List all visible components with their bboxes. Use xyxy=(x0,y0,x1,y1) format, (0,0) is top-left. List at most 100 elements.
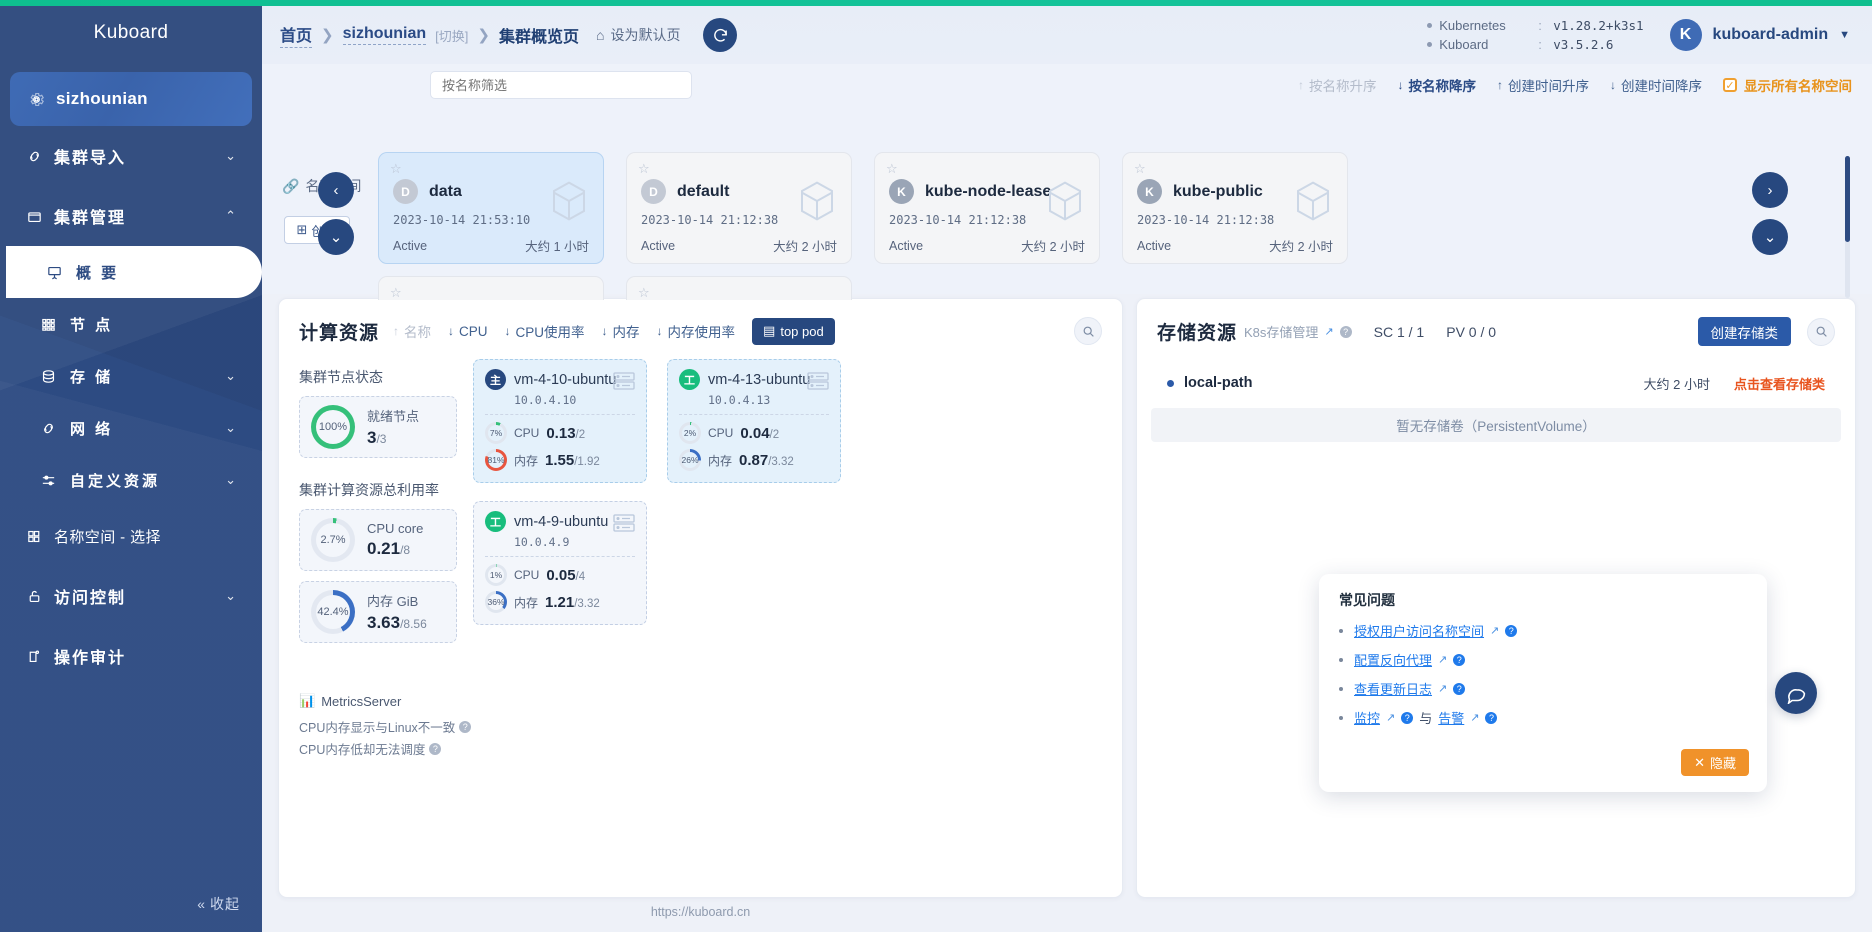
star-icon[interactable]: ☆ xyxy=(638,285,650,300)
set-default-page-button[interactable]: ⌂ 设为默认页 xyxy=(596,25,680,45)
view-storage-class-link[interactable]: 点击查看存储类 xyxy=(1734,374,1825,393)
faq-link[interactable]: 授权用户访问名称空间 xyxy=(1354,621,1484,640)
sliders-icon xyxy=(40,472,70,489)
help-icon[interactable]: ? xyxy=(429,742,442,755)
namespace-next-button[interactable]: › xyxy=(1752,172,1788,208)
cpu-percent: 7% xyxy=(489,428,503,438)
sort-node-name[interactable]: ↑ 名称 xyxy=(393,321,431,341)
external-link-icon[interactable]: ↗ xyxy=(1470,711,1479,724)
sidebar-item-cluster-import[interactable]: 集群导入 ⌄ xyxy=(0,126,262,186)
node-cpu-metric: 7% CPU 0.13/2 xyxy=(485,422,635,444)
hide-faq-button[interactable]: ✕ 隐藏 xyxy=(1681,749,1749,776)
chat-support-button[interactable] xyxy=(1775,672,1817,714)
namespace-card-footer: Active 大约 1 小时 xyxy=(393,236,589,255)
help-icon[interactable]: ? xyxy=(1505,624,1518,637)
breadcrumb-switch-link[interactable]: [切换] xyxy=(435,26,468,45)
namespace-card[interactable]: ☆ K kube-public 2023-10-14 21:12:38 Acti… xyxy=(1122,152,1348,264)
sidebar-collapse-button[interactable]: « 收起 xyxy=(0,894,262,914)
namespace-row: ☆ D data 2023-10-14 21:53:10 Active 大约 1… xyxy=(378,152,1594,264)
external-link-icon[interactable]: ↗ xyxy=(1324,325,1333,338)
memory-total-value: 3.63 xyxy=(367,613,401,632)
help-icon[interactable]: ? xyxy=(459,720,472,733)
panel-title: 存储资源 xyxy=(1157,323,1238,344)
faq-link[interactable]: 监控 xyxy=(1354,708,1380,727)
sidebar-item-cluster-management[interactable]: 集群管理 ⌃ xyxy=(0,186,262,246)
chat-icon xyxy=(1787,688,1805,704)
help-icon[interactable]: ? xyxy=(1339,325,1352,338)
faq-link[interactable]: 告警 xyxy=(1438,708,1464,727)
star-icon[interactable]: ☆ xyxy=(638,161,650,177)
star-icon[interactable]: ☆ xyxy=(1134,161,1146,177)
namespace-card[interactable]: ☆ K kuboard xyxy=(626,276,852,300)
user-menu[interactable]: K kuboard-admin ▼ xyxy=(1669,19,1850,51)
sidebar-subitem-overview[interactable]: 概 要 xyxy=(6,246,262,298)
namespace-card[interactable]: ☆ K kube-system xyxy=(378,276,604,300)
help-icon[interactable]: ? xyxy=(1453,653,1466,666)
cube-icon xyxy=(1045,179,1085,228)
star-icon[interactable]: ☆ xyxy=(390,285,402,300)
external-link-icon[interactable]: ↗ xyxy=(1438,653,1447,666)
sidebar-item-access-control[interactable]: 访问控制 ⌄ xyxy=(0,566,262,626)
storage-zoom-button[interactable] xyxy=(1807,317,1835,346)
node-card[interactable]: 工 vm-4-9-ubuntu 10.0.4.9 1% CPU 0.05/4 3… xyxy=(473,501,647,625)
version-info: Kubernetes : v1.28.2+k3s1 Kuboard : v3.5… xyxy=(1427,16,1644,54)
star-icon[interactable]: ☆ xyxy=(390,161,402,177)
breadcrumb-cluster[interactable]: sizhounian xyxy=(342,25,427,45)
storage-class-row[interactable]: local-path 大约 2 小时 点击查看存储类 xyxy=(1151,366,1841,400)
namespace-prev-button[interactable]: ‹ xyxy=(318,172,354,208)
node-card[interactable]: 工 vm-4-13-ubuntu 10.0.4.13 2% CPU 0.04/2… xyxy=(667,359,841,483)
bullet-icon xyxy=(1339,657,1343,662)
sort-cpu-usage[interactable]: ↓ CPU使用率 xyxy=(505,321,585,341)
star-icon[interactable]: ☆ xyxy=(886,161,898,177)
metrics-note: CPU内存显示与Linux不一致 ? xyxy=(299,717,472,736)
namespace-scrollbar[interactable] xyxy=(1845,156,1850,298)
create-storage-class-button[interactable]: 创建存储类 xyxy=(1697,317,1791,346)
namespace-filter-input[interactable] xyxy=(430,71,692,99)
help-icon[interactable]: ? xyxy=(1453,682,1466,695)
node-card[interactable]: 主 vm-4-10-ubuntu 10.0.4.10 7% CPU 0.13/2… xyxy=(473,359,647,483)
sort-name-desc[interactable]: ↓ 按名称降序 xyxy=(1398,75,1477,95)
sidebar-subitem-network[interactable]: 网 络 ⌄ xyxy=(0,402,262,454)
cpu-percent: 2% xyxy=(683,428,697,438)
namespace-card[interactable]: ☆ D data 2023-10-14 21:53:10 Active 大约 1… xyxy=(378,152,604,264)
namespace-card[interactable]: ☆ D default 2023-10-14 21:12:38 Active 大… xyxy=(626,152,852,264)
sort-created-desc[interactable]: ↓ 创建时间降序 xyxy=(1610,75,1702,95)
top-pod-button[interactable]: ▤ top pod xyxy=(752,317,835,345)
faq-link[interactable]: 配置反向代理 xyxy=(1354,650,1432,669)
refresh-button[interactable] xyxy=(703,18,738,52)
help-icon[interactable]: ? xyxy=(1401,711,1414,724)
breadcrumb-home[interactable]: 首页 xyxy=(280,22,313,48)
sidebar-item-label: 访问控制 xyxy=(54,590,127,607)
compute-resources-panel: 计算资源 ↑ 名称 ↓ CPU ↓ CPU使用率 ↓ 内存 ↓ 内存使用率 ▤ … xyxy=(278,298,1123,898)
sidebar-subitem-storage[interactable]: 存 储 ⌄ xyxy=(0,350,262,402)
namespace-card[interactable]: ☆ K kube-node-lease 2023-10-14 21:12:38 … xyxy=(874,152,1100,264)
sidebar-subitem-nodes[interactable]: 节 点 xyxy=(0,298,262,350)
sort-memory-usage[interactable]: ↓ 内存使用率 xyxy=(657,321,736,341)
sort-name-asc[interactable]: ↑ 按名称升序 xyxy=(1298,75,1377,95)
external-link-icon[interactable]: ↗ xyxy=(1438,682,1447,695)
sort-memory[interactable]: ↓ 内存 xyxy=(602,321,640,341)
show-all-namespaces-label: 显示所有名称空间 xyxy=(1744,79,1852,94)
sidebar-item-namespace-select[interactable]: 名称空间 - 选择 xyxy=(0,506,262,566)
sidebar-item-audit[interactable]: 操作审计 xyxy=(0,626,262,686)
cpu-capacity: /4 xyxy=(575,570,586,583)
cpu-percent: 1% xyxy=(489,570,503,580)
namespace-scroll-down-button[interactable]: ⌄ xyxy=(318,219,354,255)
sidebar-subitem-custom-resources[interactable]: 自定义资源 ⌄ xyxy=(0,454,262,506)
show-all-namespaces-checkbox[interactable]: ✓ 显示所有名称空间 xyxy=(1723,75,1852,95)
cpu-capacity: /2 xyxy=(769,428,780,441)
compute-zoom-button[interactable] xyxy=(1074,317,1102,345)
help-icon[interactable]: ? xyxy=(1485,711,1498,724)
sort-created-asc[interactable]: ↑ 创建时间升序 xyxy=(1497,75,1589,95)
faq-link[interactable]: 查看更新日志 xyxy=(1354,679,1432,698)
sidebar-item-cluster[interactable]: sizhounian xyxy=(10,72,252,126)
sidebar: Kuboard sizhounian 集群导入 ⌄ 集群管理 ⌃ 概 要 节 点… xyxy=(0,0,262,932)
server-icon xyxy=(612,512,636,539)
namespace-scroll-down-right-button[interactable]: ⌄ xyxy=(1752,219,1788,255)
sort-cpu[interactable]: ↓ CPU xyxy=(448,324,488,339)
external-link-icon[interactable]: ↗ xyxy=(1386,711,1395,724)
metrics-note: CPU内存低却无法调度 ? xyxy=(299,739,471,758)
chevron-down-icon: ⌄ xyxy=(225,588,236,603)
external-link-icon[interactable]: ↗ xyxy=(1490,624,1499,637)
cube-icon xyxy=(549,179,589,228)
